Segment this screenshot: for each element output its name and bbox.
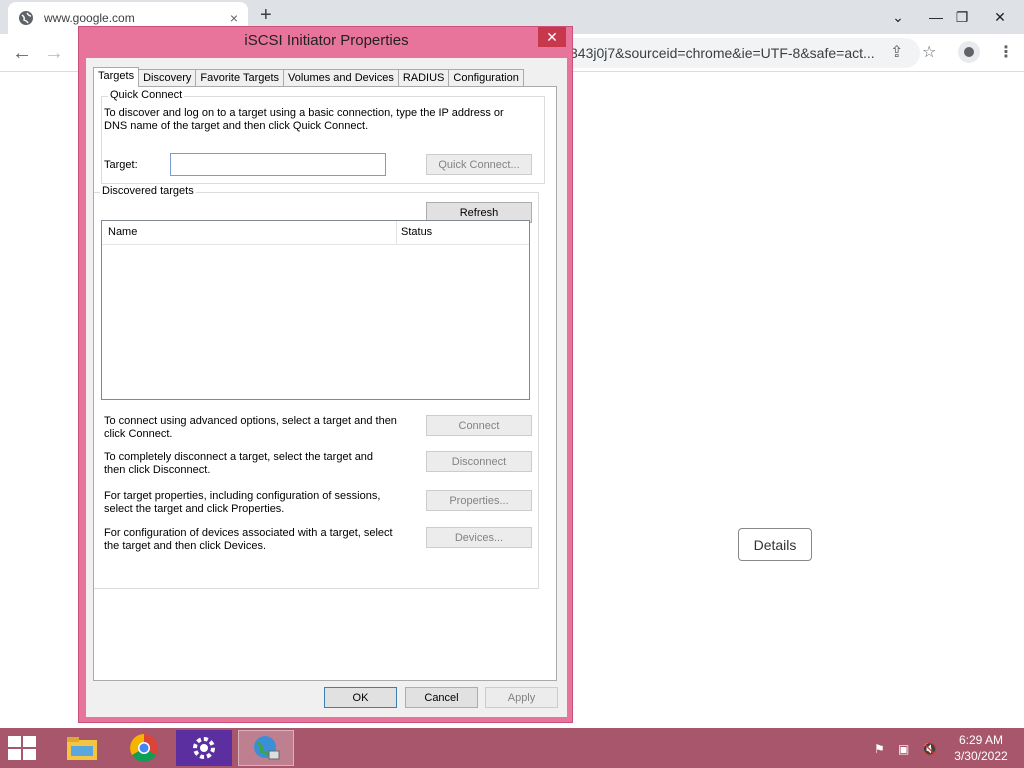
tab-targets[interactable]: Targets: [93, 67, 140, 87]
action-center-flag-icon[interactable]: ⚑: [874, 742, 885, 756]
network-icon[interactable]: ▣: [898, 742, 909, 756]
forward-icon[interactable]: →: [44, 42, 64, 65]
tab-radius[interactable]: RADIUS: [397, 69, 450, 86]
tab-title: www.google.com: [44, 11, 135, 25]
address-text[interactable]: 343j0j7&sourceid=chrome&ie=UTF-8&safe=ac…: [570, 45, 875, 61]
dialog-title: iSCSI Initiator Properties: [244, 32, 409, 49]
tab-configuration[interactable]: Configuration: [448, 69, 524, 86]
profile-avatar-icon[interactable]: [958, 41, 980, 63]
ok-button[interactable]: OK: [324, 687, 397, 708]
back-icon[interactable]: ←: [12, 42, 32, 65]
tab-search-icon[interactable]: ⌄: [880, 0, 916, 34]
connect-desc-1: To connect using advanced options, selec…: [104, 415, 397, 427]
dialog-body: Targets Discovery Favorite Targets Volum…: [86, 58, 567, 717]
disconnect-button[interactable]: Disconnect: [426, 451, 532, 472]
target-label: Target:: [104, 159, 138, 171]
properties-desc-2: select the target and click Properties.: [104, 503, 285, 515]
window-close-icon[interactable]: ✕: [982, 0, 1018, 34]
discovered-targets-label: Discovered targets: [100, 185, 196, 197]
tab-favorite-targets[interactable]: Favorite Targets: [195, 69, 285, 86]
column-separator[interactable]: [396, 221, 397, 245]
list-header: Name Status: [102, 221, 529, 245]
globe-icon: [19, 11, 33, 25]
column-status[interactable]: Status: [401, 226, 432, 238]
volume-muted-icon[interactable]: 🔇: [922, 742, 937, 756]
windows-start-icon[interactable]: [8, 736, 38, 760]
target-input[interactable]: [170, 153, 386, 176]
devices-desc-1: For configuration of devices associated …: [104, 527, 393, 539]
disconnect-desc-1: To completely disconnect a target, selec…: [104, 451, 374, 463]
quick-connect-desc-2: DNS name of the target and then click Qu…: [104, 120, 369, 132]
bookmark-star-icon[interactable]: ☆: [922, 42, 936, 62]
cancel-button[interactable]: Cancel: [405, 687, 478, 708]
file-explorer-icon[interactable]: [54, 730, 110, 766]
devices-button[interactable]: Devices...: [426, 527, 532, 548]
tab-discovery[interactable]: Discovery: [138, 69, 197, 86]
taskbar: [0, 728, 1024, 768]
dialog-close-button[interactable]: ✕: [538, 27, 566, 47]
clock-time: 6:29 AM: [958, 733, 1004, 747]
disconnect-desc-2: then click Disconnect.: [104, 464, 211, 476]
quick-connect-button[interactable]: Quick Connect...: [426, 154, 532, 175]
iscsi-initiator-icon[interactable]: [238, 730, 294, 766]
settings-gear-icon[interactable]: [176, 730, 232, 766]
chrome-icon[interactable]: [116, 730, 172, 766]
details-button[interactable]: Details: [738, 528, 812, 561]
apply-button[interactable]: Apply: [485, 687, 558, 708]
tab-volumes-devices[interactable]: Volumes and Devices: [283, 69, 399, 86]
devices-desc-2: the target and then click Devices.: [104, 540, 267, 552]
clock-date: 3/30/2022: [954, 749, 1008, 763]
new-tab-button[interactable]: +: [260, 4, 272, 27]
iscsi-dialog: iSCSI Initiator Properties ✕ Targets Dis…: [78, 26, 573, 723]
properties-button[interactable]: Properties...: [426, 490, 532, 511]
dialog-tabs: Targets Discovery Favorite Targets Volum…: [93, 67, 524, 87]
properties-desc-1: For target properties, including configu…: [104, 490, 381, 502]
connect-desc-2: click Connect.: [104, 428, 173, 440]
targets-panel: Quick Connect To discover and log on to …: [93, 86, 557, 681]
taskbar-clock[interactable]: 6:29 AM 3/30/2022: [946, 732, 1016, 764]
quick-connect-desc-1: To discover and log on to a target using…: [104, 107, 504, 119]
share-icon[interactable]: ⇪: [890, 42, 903, 62]
quick-connect-label: Quick Connect: [108, 89, 185, 101]
targets-list[interactable]: Name Status: [101, 220, 530, 400]
connect-button[interactable]: Connect: [426, 415, 532, 436]
tab-close-icon[interactable]: ×: [230, 10, 238, 26]
column-name[interactable]: Name: [108, 226, 137, 238]
menu-kebab-icon[interactable]: ⋮: [998, 42, 1014, 62]
restore-icon[interactable]: ❐: [944, 0, 980, 34]
